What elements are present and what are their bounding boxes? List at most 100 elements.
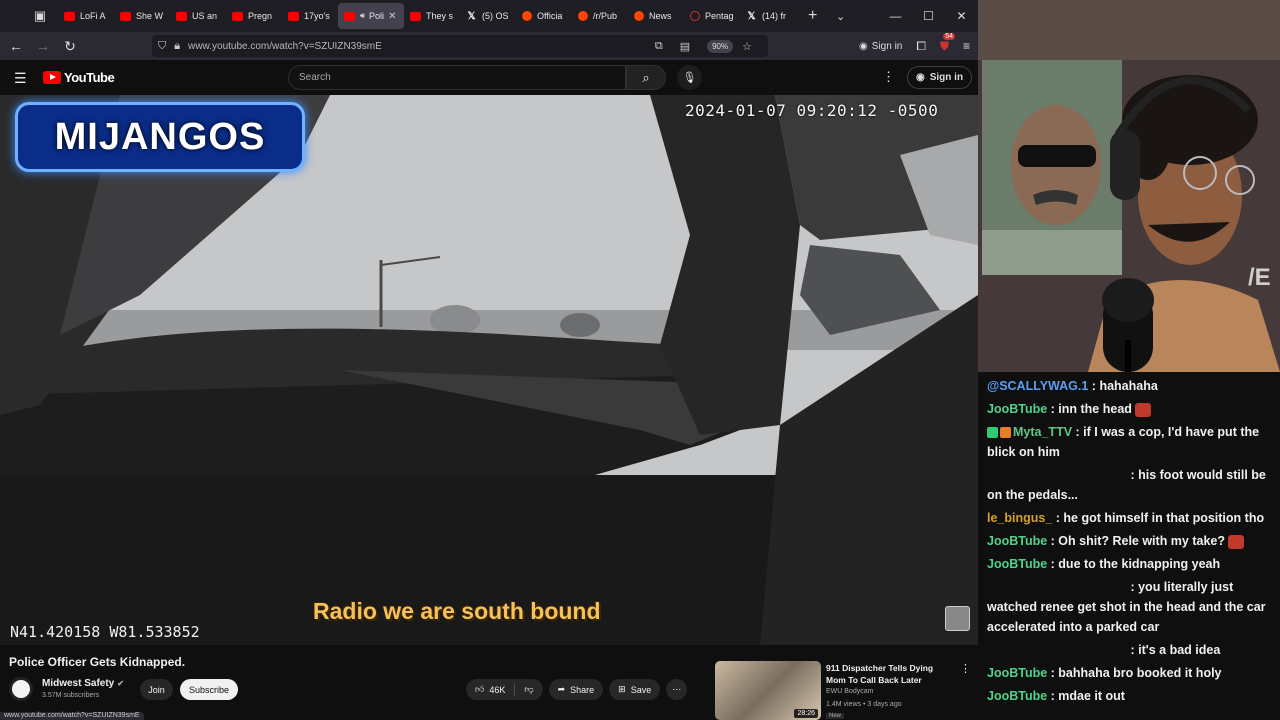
tab-list-icon[interactable]: ▣	[26, 2, 54, 30]
emote-icon	[1134, 402, 1151, 417]
webcam-feed: /E	[978, 0, 1280, 372]
chat-separator: :	[1072, 425, 1084, 439]
tab-6[interactable]: They s	[404, 3, 460, 29]
chat-username[interactable]: Myta_TTV	[1013, 425, 1072, 439]
webcam-image: /E	[978, 0, 1280, 372]
reddit-icon	[634, 11, 644, 21]
tab-label: Pregn	[248, 11, 273, 21]
like-dislike-group: 👍︎ 46K 👎︎	[466, 679, 543, 700]
tab-overflow-icon[interactable]: ⌄	[836, 10, 852, 23]
recommended-meta: 1.4M views • 3 days ago	[826, 701, 902, 708]
chat-username[interactable]: @SCALLYWAG.1	[987, 379, 1088, 393]
chat-message: : it's a bad idea	[987, 640, 1272, 660]
close-tab-icon[interactable]: ✕	[388, 11, 396, 22]
tab-11[interactable]: Pentag	[684, 3, 740, 29]
back-icon[interactable]: ←	[4, 34, 28, 58]
minimize-icon[interactable]: —	[879, 0, 912, 32]
chat-username[interactable]: le_bingus_	[987, 511, 1052, 525]
recommended-video[interactable]: 28:26 911 Dispatcher Tells Dying Mom To …	[715, 660, 975, 720]
sub-badge-icon	[1000, 427, 1011, 439]
chat-message: JooBTube : inn the head	[987, 399, 1272, 419]
voice-search-icon[interactable]: 🎙︎	[677, 65, 702, 90]
dislike-button[interactable]: 👎︎	[515, 684, 542, 695]
chat-username[interactable]: JooBTube	[987, 534, 1047, 548]
guide-menu-icon[interactable]: ☰	[14, 70, 27, 87]
video-player[interactable]: MIJANGOS 2024-01-07 09:20:12 -0500 Radio…	[0, 95, 978, 645]
x-icon: 𝕏	[467, 10, 476, 22]
youtube-wordmark: YouTube	[64, 70, 115, 85]
tab-label: /r/Pub	[593, 11, 618, 21]
recommended-title[interactable]: 911 Dispatcher Tells Dying Mom To Call B…	[826, 662, 951, 686]
chat-username[interactable]: JooBTube	[987, 557, 1047, 571]
recommended-menu-icon[interactable]: ⋮	[960, 662, 971, 675]
channel-watermark[interactable]	[945, 606, 970, 631]
youtube-logo[interactable]: YouTube	[43, 70, 115, 85]
browser-window: ▣ LoFi A She W US an Pregn 17yo's 🔊︎ Poli ✕ They…	[0, 0, 978, 720]
thumbs-down-icon: 👎︎	[524, 684, 534, 694]
tab-8[interactable]: Officia	[516, 3, 572, 29]
zoom-level[interactable]: 90%	[707, 39, 734, 53]
tab-9[interactable]: /r/Pub	[572, 3, 628, 29]
firefox-signin-label: Sign in	[871, 40, 903, 52]
like-button[interactable]: 👍︎ 46K	[466, 684, 514, 695]
menu-icon[interactable]: ≡	[963, 39, 970, 53]
tab-4[interactable]: 17yo's	[282, 3, 338, 29]
search-button[interactable]: ⌕	[626, 65, 666, 90]
chat-username[interactable]: JooBTube	[987, 666, 1047, 680]
share-button[interactable]: ➦ Share	[548, 679, 604, 700]
channel-name-link[interactable]: Midwest Safety ✔	[42, 678, 124, 689]
tab-3[interactable]: Pregn	[226, 3, 282, 29]
more-actions-icon[interactable]: ⋯	[666, 679, 688, 700]
url-text[interactable]: www.youtube.com/watch?v=SZUIZN39smE	[188, 41, 382, 52]
ublock-icon[interactable]: ⛊ 54	[940, 32, 955, 54]
tab-10[interactable]: News	[628, 3, 684, 29]
reader-view-icon[interactable]: ▤	[680, 40, 690, 53]
chat-separator: :	[1047, 689, 1059, 703]
recommended-channel: EWU Bodycam	[826, 688, 874, 695]
share-icon: ➦	[557, 684, 566, 694]
tab-12[interactable]: 𝕏 (14) fr	[740, 3, 796, 29]
speaker-icon[interactable]: 🔊︎	[360, 11, 365, 21]
chat-text: he got himself in that position tho	[1063, 511, 1265, 525]
youtube-signin-button[interactable]: ◉ Sign in	[907, 66, 973, 89]
extensions-icon[interactable]: ⧠	[916, 39, 926, 54]
maximize-icon[interactable]: ☐	[912, 0, 945, 32]
chat-separator: :	[1127, 643, 1139, 657]
youtube-icon	[64, 11, 75, 21]
firefox-signin-button[interactable]: ◉ Sign in	[859, 41, 902, 52]
tab-2[interactable]: US an	[170, 3, 226, 29]
forward-icon[interactable]: →	[31, 34, 55, 58]
reload-icon[interactable]: ↻	[58, 34, 82, 58]
close-window-icon[interactable]: ✕	[945, 0, 978, 32]
join-button[interactable]: Join	[140, 679, 173, 700]
chat-text: mdae it out	[1058, 689, 1125, 703]
subscribe-button[interactable]: Subscribe	[180, 679, 238, 700]
tab-1[interactable]: She W	[114, 3, 170, 29]
channel-avatar[interactable]	[9, 677, 33, 701]
tab-0[interactable]: LoFi A	[58, 3, 114, 29]
tabs: LoFi A She W US an Pregn 17yo's 🔊︎ Poli ✕ They s…	[58, 0, 796, 32]
pentagon-icon	[690, 11, 700, 21]
chat-separator: :	[1127, 468, 1139, 482]
chat-text: Oh shit? Rele with my take?	[1058, 534, 1225, 548]
chat-separator: :	[1047, 402, 1059, 416]
picture-in-picture-icon[interactable]: ⧉	[655, 40, 663, 53]
save-button[interactable]: ⊞ Save	[609, 679, 661, 700]
chat-separator: :	[1047, 666, 1059, 680]
shield-icon[interactable]: ⛉	[158, 40, 166, 53]
url-bar[interactable]: ⛉ 🔒︎ www.youtube.com/watch?v=SZUIZN39smE…	[152, 35, 768, 57]
tab-7[interactable]: 𝕏 (5) OS	[460, 3, 516, 29]
search-placeholder: Search	[299, 72, 331, 83]
bookmark-star-icon[interactable]: ☆	[742, 40, 752, 53]
chat-username[interactable]: JooBTube	[987, 402, 1047, 416]
chat-username[interactable]: JooBTube	[987, 689, 1047, 703]
settings-dots-icon[interactable]: ⋮	[882, 69, 895, 85]
lock-icon[interactable]: 🔒︎	[174, 40, 180, 53]
new-tab-icon[interactable]: +	[808, 7, 824, 25]
tab-5[interactable]: 🔊︎ Poli ✕	[338, 3, 404, 29]
stream-sidebar: /E @SCALLYWAG.1 : hahahaha JooBTube : inn	[978, 0, 1280, 720]
recommended-thumbnail[interactable]: 28:26	[715, 661, 821, 720]
search-input[interactable]: Search	[288, 65, 626, 90]
chat-text: bahhaha bro booked it holy	[1058, 666, 1222, 680]
like-count: 46K	[489, 684, 506, 695]
